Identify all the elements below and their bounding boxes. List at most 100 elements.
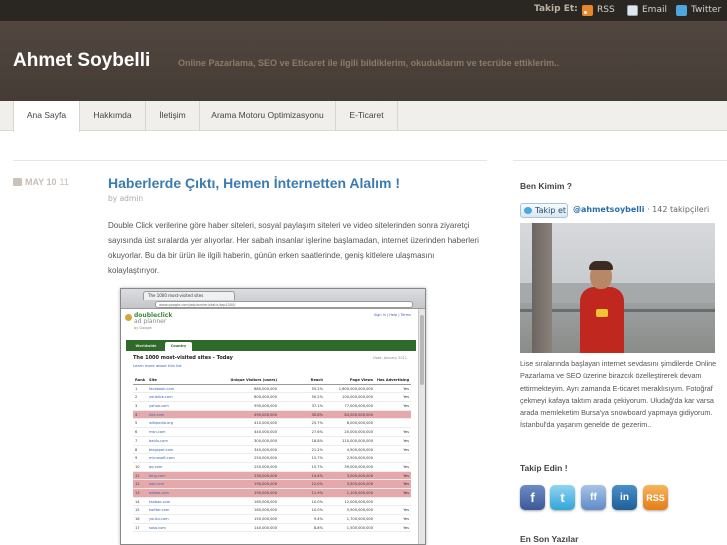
linkedin-icon[interactable]: in: [612, 485, 637, 510]
table-row: 16 youku.com 150,000,000 9.4% 1,700,000,000 Y…: [133, 515, 411, 524]
adplanner-logo-by: by Google: [134, 326, 152, 330]
twitter-follow-info: @ahmetsoybelli · 142 takipçileri: [573, 205, 709, 214]
table-row: 12 ask.com 190,000,000 12.0% 3,500,000,000 Ye…: [133, 480, 411, 489]
email-icon: [627, 4, 638, 16]
table-cell: 15: [135, 508, 140, 513]
table-row: 6 msn.com 440,000,000 27.6% 20,000,000,000 Ye…: [133, 428, 411, 437]
table-cell: 230,000,000: [254, 473, 277, 478]
table-row: 5 wikipedia.org 410,000,000 25.7% 6,000,000,…: [133, 419, 411, 429]
nav-item-about[interactable]: Hakkımda: [80, 101, 146, 131]
table-cell: 10.0%: [311, 499, 323, 504]
table-cell: Yes: [403, 525, 409, 530]
table-cell: msn.com: [149, 430, 166, 435]
table-cell: blogspot.com: [149, 447, 174, 452]
adplanner-logo: doubleclick ad planner by Google: [134, 313, 172, 331]
table-cell: 9.4%: [313, 517, 323, 521]
table-cell: adobe.com: [149, 490, 169, 495]
table-cell: 590,000,000: [254, 404, 277, 409]
rss-link[interactable]: RSS: [582, 3, 615, 17]
table-cell: 800,000,000: [254, 395, 277, 400]
table-cell: 3,500,000,000: [346, 482, 373, 487]
site-tagline: Online Pazarlama, SEO ve Eticaret ile il…: [178, 58, 560, 68]
table-cell: 490,000,000: [254, 412, 277, 417]
table-cell: youtube.com: [149, 395, 173, 400]
rss-link-label: RSS: [597, 5, 615, 15]
twitter-link[interactable]: Twitter: [676, 3, 721, 17]
table-cell: 1,100,000,000: [346, 490, 373, 495]
table-cell: microsoft.com: [149, 456, 175, 461]
table-cell: 39,000,000,000: [344, 464, 373, 469]
adplanner-table-header: Rank Site Unique Visitors (users) Reach Page…: [133, 376, 411, 385]
table-cell: 12.0%: [311, 482, 323, 487]
table-cell: Yes: [403, 508, 409, 513]
sidebar-divider: [513, 160, 727, 161]
nav-item-seo[interactable]: Arama Motoru Optimizasyonu: [200, 101, 336, 131]
table-cell: 15.7%: [311, 464, 323, 469]
rss-feed-icon[interactable]: RSS: [643, 485, 668, 510]
post-image-screenshot[interactable]: The 1000 most-visited sites www.google.c…: [120, 288, 426, 545]
table-cell: 15.7%: [311, 456, 323, 461]
facebook-icon[interactable]: f: [520, 485, 545, 510]
table-cell: 4,900,000,000: [346, 447, 373, 452]
email-link[interactable]: Email: [627, 3, 667, 17]
table-cell: 140,000,000: [254, 525, 277, 530]
site-title[interactable]: Ahmet Soybelli: [13, 50, 150, 72]
table-cell: 14.4%: [311, 473, 323, 478]
adplanner-table: Rank Site Unique Visitors (users) Reach Page…: [133, 376, 411, 533]
table-cell: Yes: [403, 430, 409, 435]
table-cell: 18.8%: [311, 438, 323, 443]
table-cell: 300,000,000: [254, 438, 277, 443]
table-cell: 1,600,000,000,000: [338, 386, 373, 391]
table-cell: twitter.com: [149, 508, 170, 513]
nav-item-contact[interactable]: İletişim: [146, 101, 200, 131]
table-cell: ask.com: [149, 482, 164, 487]
table-cell: youku.com: [149, 517, 169, 521]
table-row: 9 microsoft.com 250,000,000 15.7% 2,500,000,…: [133, 454, 411, 463]
table-cell: 2,500,000,000: [346, 456, 373, 461]
rss-icon: [582, 4, 593, 16]
twitter-social-icon[interactable]: t: [550, 485, 575, 510]
post-body: Double Click verilerine göre haber sitel…: [108, 221, 479, 275]
table-cell: 250,000,000: [254, 464, 277, 469]
sidebar-follow-heading: Takip Edin !: [520, 463, 568, 473]
table-cell: 5: [135, 421, 138, 426]
nav-item-home[interactable]: Ana Sayfa: [13, 101, 80, 132]
table-cell: Yes: [403, 404, 409, 409]
table-row: 4 live.com 490,000,000 30.8% 84,000,000,000: [133, 410, 411, 420]
post-title[interactable]: Haberlerde Çıktı, Hemen İnternetten Alal…: [108, 175, 400, 191]
table-cell: 410,000,000: [254, 421, 277, 426]
table-cell: 55.2%: [311, 386, 323, 391]
table-row: 13 adobe.com 190,000,000 11.9% 1,100,000,000…: [133, 488, 411, 498]
table-cell: 8.8%: [313, 525, 323, 530]
table-cell: 9: [135, 456, 138, 461]
nav-item-eticaret[interactable]: E-Ticaret: [336, 101, 398, 131]
table-cell: live.com: [149, 412, 165, 417]
table-cell: 27.6%: [311, 430, 323, 435]
table-row: 7 baidu.com 300,000,000 18.8% 110,000,000,00…: [133, 437, 411, 446]
table-cell: yahoo.com: [149, 404, 169, 409]
table-row: 2 youtube.com 800,000,000 50.2% 100,000,000,…: [133, 393, 411, 403]
table-cell: Site: [149, 378, 157, 382]
table-cell: 160,000,000: [254, 499, 277, 504]
photo-person: [580, 287, 624, 353]
twitter-handle[interactable]: @ahmetsoybelli: [573, 205, 645, 214]
table-cell: bing.com: [149, 473, 166, 478]
table-cell: 1,500,000,000: [346, 525, 373, 530]
profile-photo: [520, 223, 715, 353]
table-cell: Rank: [135, 378, 146, 382]
table-cell: 25.7%: [311, 421, 323, 426]
post-author: by admin: [108, 194, 144, 203]
table-cell: 50.2%: [311, 395, 323, 400]
table-row: 15 twitter.com 160,000,000 10.0% 5,900,000,0…: [133, 506, 411, 515]
table-cell: Reach: [310, 378, 323, 382]
friendfeed-icon[interactable]: ff: [581, 485, 606, 510]
table-cell: 6: [135, 430, 138, 435]
twitter-follow-button[interactable]: Takip et: [520, 203, 568, 218]
table-cell: Yes: [403, 482, 409, 487]
top-utility-bar: Takip Et: RSS Email Twitter: [0, 0, 727, 21]
table-cell: 11.9%: [311, 490, 323, 495]
post-date-year: 11: [59, 177, 69, 187]
sidebar-recent-posts-heading: En Son Yazılar: [520, 534, 579, 544]
adplanner-logo-icon: [125, 314, 132, 321]
table-row: 17 soso.com 140,000,000 8.8% 1,500,000,000 Ye…: [133, 524, 411, 533]
